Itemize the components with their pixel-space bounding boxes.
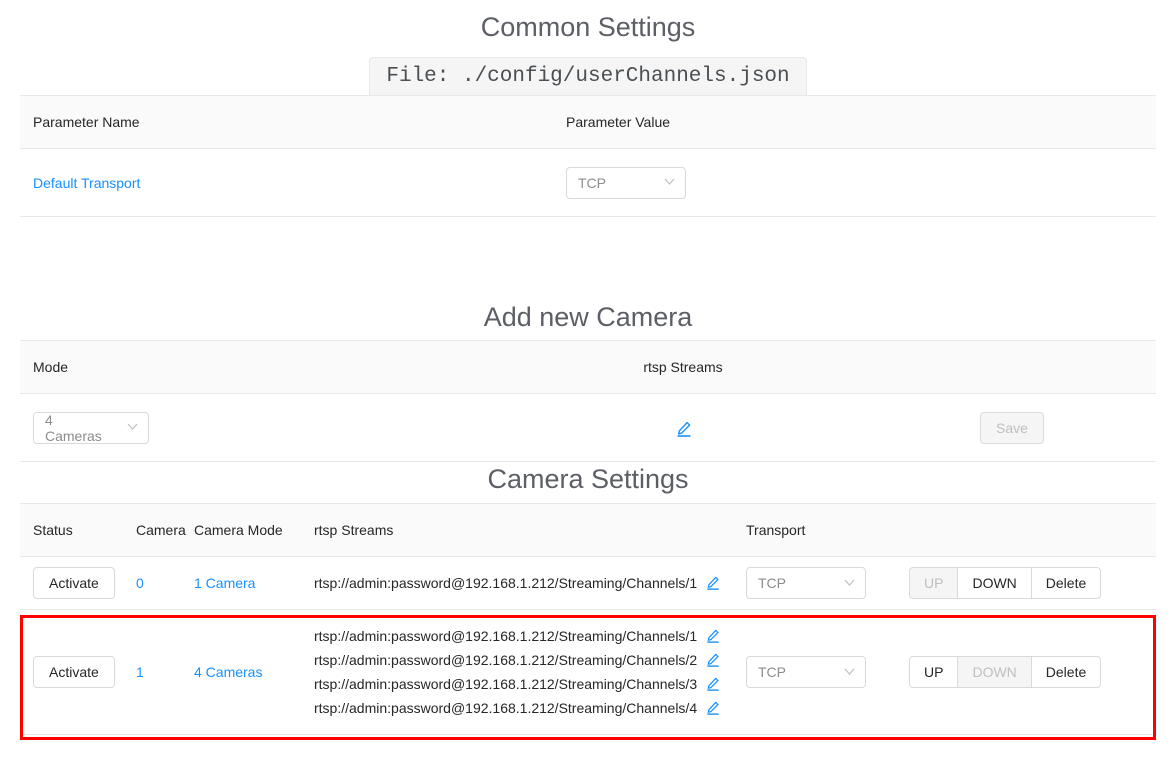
- default-transport-link[interactable]: Default Transport: [33, 175, 140, 191]
- transport-select-value: TCP: [758, 664, 786, 680]
- camera-index-cell: 1: [136, 609, 194, 735]
- transport-cell: TCP: [746, 556, 909, 610]
- stream-line: rtsp://admin:password@192.168.1.212/Stre…: [314, 648, 746, 672]
- row-actions-cell: UP DOWN Delete: [909, 609, 1156, 735]
- column-header-rtsp-streams: rtsp Streams: [314, 503, 746, 557]
- camera-index-link[interactable]: 1: [136, 664, 144, 680]
- row-actions-cell: UP DOWN Delete: [909, 556, 1156, 610]
- camera-mode-cell: 1 Camera: [194, 556, 314, 610]
- stream-url: rtsp://admin:password@192.168.1.212/Stre…: [314, 676, 698, 692]
- stream-line: rtsp://admin:password@192.168.1.212/Stre…: [314, 672, 746, 696]
- mode-cell: 4 Cameras: [20, 393, 498, 462]
- camera-index-link[interactable]: 0: [136, 575, 144, 591]
- rtsp-streams-cell: rtsp://admin:password@192.168.1.212/Stre…: [314, 556, 746, 610]
- stream-line: rtsp://admin:password@192.168.1.212/Stre…: [314, 624, 746, 648]
- add-new-camera-title: Add new Camera: [483, 302, 693, 332]
- chevron-down-icon: [844, 578, 855, 589]
- column-header-mode: Mode: [20, 340, 498, 394]
- status-cell: Activate: [20, 556, 136, 610]
- column-header-transport: Transport: [746, 503, 909, 557]
- table-header-row: Parameter Name Parameter Value: [20, 95, 1156, 149]
- move-up-button[interactable]: UP: [909, 567, 959, 599]
- common-settings-title: Common Settings: [480, 12, 696, 42]
- table-row: 4 Cameras Save: [20, 393, 1156, 462]
- chevron-down-icon: [127, 422, 138, 433]
- column-header-actions: [868, 340, 1156, 394]
- table-header-row: Mode rtsp Streams: [20, 340, 1156, 394]
- table-row: Activate 1 4 Cameras rtsp://admin:passwo…: [20, 609, 1156, 735]
- table-row: Default Transport TCP: [20, 148, 1156, 217]
- row-action-group: UP DOWN Delete: [909, 656, 1102, 688]
- config-file-chip-wrap: File: ./config/userChannels.json: [0, 57, 1176, 97]
- camera-mode-link[interactable]: 4 Cameras: [194, 664, 262, 680]
- column-header-rtsp-streams: rtsp Streams: [498, 340, 868, 394]
- parameter-name-cell: Default Transport: [20, 148, 563, 217]
- transport-select-value: TCP: [758, 575, 786, 591]
- edit-pencil-icon[interactable]: [676, 421, 691, 437]
- config-file-path: File: ./config/userChannels.json: [369, 57, 807, 97]
- stream-line: rtsp://admin:password@192.168.1.212/Stre…: [314, 571, 746, 595]
- stream-url: rtsp://admin:password@192.168.1.212/Stre…: [314, 700, 698, 716]
- activate-button[interactable]: Activate: [33, 567, 115, 599]
- edit-pencil-icon[interactable]: [706, 576, 720, 590]
- move-down-button[interactable]: DOWN: [957, 567, 1032, 599]
- activate-button[interactable]: Activate: [33, 656, 115, 688]
- column-header-actions: [909, 503, 1156, 557]
- save-button[interactable]: Save: [980, 411, 1044, 444]
- column-header-parameter-value: Parameter Value: [563, 95, 1156, 149]
- table-header-row: Status Camera Camera Mode rtsp Streams T…: [20, 503, 1156, 557]
- column-header-parameter-name: Parameter Name: [20, 95, 563, 149]
- move-down-button[interactable]: DOWN: [957, 656, 1032, 688]
- edit-pencil-icon[interactable]: [706, 653, 720, 667]
- column-header-camera-mode: Camera Mode: [194, 503, 314, 557]
- chevron-down-icon: [664, 177, 675, 188]
- stream-url: rtsp://admin:password@192.168.1.212/Stre…: [314, 575, 698, 591]
- camera-index-cell: 0: [136, 556, 194, 610]
- add-new-camera-table-wrap: Mode rtsp Streams 4 Cameras Save: [0, 340, 1176, 462]
- transport-cell: TCP: [746, 609, 909, 735]
- camera-mode-select-value: 4 Cameras: [45, 411, 102, 444]
- add-new-camera-table: Mode rtsp Streams 4 Cameras Save: [20, 340, 1156, 462]
- delete-button[interactable]: Delete: [1030, 567, 1102, 599]
- default-transport-select[interactable]: TCP: [566, 166, 686, 199]
- row-action-group: UP DOWN Delete: [909, 567, 1102, 599]
- camera-mode-select[interactable]: 4 Cameras: [33, 411, 149, 444]
- camera-mode-cell: 4 Cameras: [194, 609, 314, 735]
- edit-pencil-icon[interactable]: [706, 629, 720, 643]
- stream-url: rtsp://admin:password@192.168.1.212/Stre…: [314, 652, 698, 668]
- camera-settings-table-wrap: Status Camera Camera Mode rtsp Streams T…: [0, 503, 1176, 735]
- column-header-camera: Camera: [136, 503, 194, 557]
- table-row: Activate 0 1 Camera rtsp://admin:passwor…: [20, 556, 1156, 610]
- transport-select[interactable]: TCP: [746, 656, 866, 688]
- default-transport-select-value: TCP: [578, 174, 606, 191]
- chevron-down-icon: [844, 667, 855, 678]
- delete-button[interactable]: Delete: [1030, 656, 1102, 688]
- camera-mode-link[interactable]: 1 Camera: [194, 575, 255, 591]
- move-up-button[interactable]: UP: [909, 656, 959, 688]
- column-header-status: Status: [20, 503, 136, 557]
- parameter-value-cell: TCP: [563, 148, 1156, 217]
- transport-select[interactable]: TCP: [746, 567, 866, 599]
- edit-pencil-icon[interactable]: [706, 701, 720, 715]
- camera-settings-title: Camera Settings: [487, 464, 689, 494]
- status-cell: Activate: [20, 609, 136, 735]
- common-settings-table-wrap: Parameter Name Parameter Value Default T…: [0, 95, 1176, 217]
- rtsp-streams-cell: [498, 393, 868, 462]
- edit-pencil-icon[interactable]: [706, 677, 720, 691]
- rtsp-streams-cell: rtsp://admin:password@192.168.1.212/Stre…: [314, 609, 746, 735]
- stream-line: rtsp://admin:password@192.168.1.212/Stre…: [314, 696, 746, 720]
- save-cell: Save: [868, 393, 1156, 462]
- stream-url: rtsp://admin:password@192.168.1.212/Stre…: [314, 628, 698, 644]
- settings-page: Common Settings File: ./config/userChann…: [0, 0, 1176, 776]
- camera-settings-table: Status Camera Camera Mode rtsp Streams T…: [20, 503, 1156, 735]
- common-settings-table: Parameter Name Parameter Value Default T…: [20, 95, 1156, 217]
